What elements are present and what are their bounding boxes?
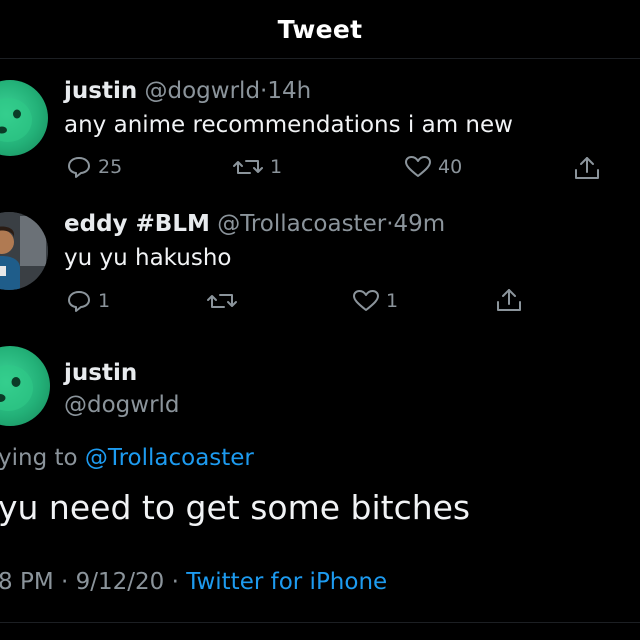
tweet1-time[interactable]: 14h xyxy=(267,78,311,104)
page-title: Tweet xyxy=(277,14,363,44)
tweet2-retweet-button[interactable] xyxy=(206,289,238,313)
tweet1-reply-button[interactable]: 25 xyxy=(66,155,122,179)
source-link[interactable]: Twitter for iPhone xyxy=(186,569,387,595)
divider xyxy=(0,622,640,623)
tweet2-header: eddy #BLM @Trollacoaster·49m xyxy=(64,211,445,237)
tweet2-like-button[interactable]: 1 xyxy=(352,289,398,313)
tweet2-handle[interactable]: @Trollacoaster xyxy=(217,211,386,237)
retweet-icon xyxy=(233,160,263,174)
tweet1-like-count: 40 xyxy=(438,156,463,178)
main-meta-sep1: · xyxy=(60,569,69,595)
tweet1-retweet-count: 1 xyxy=(270,156,283,178)
avatar-justin[interactable] xyxy=(0,80,48,156)
tweet2-text: yu yu hakusho xyxy=(64,245,232,271)
replying-prefix: ying to xyxy=(0,445,78,471)
share-icon xyxy=(497,289,521,311)
tweet2-reply-count: 1 xyxy=(98,290,111,312)
main-date[interactable]: 9/12/20 xyxy=(76,569,165,595)
retweet-icon xyxy=(207,294,237,308)
tweet1-text: any anime recommendations i am new xyxy=(64,112,513,138)
reply-icon xyxy=(68,291,90,312)
heart-icon xyxy=(405,156,431,177)
dog-avatar-icon xyxy=(0,98,32,142)
tweet1-retweet-button[interactable]: 1 xyxy=(232,155,282,179)
replying-to-line: ying to @Trollacoaster xyxy=(0,445,254,471)
heart-icon xyxy=(353,290,379,311)
tweet2-reply-button[interactable]: 1 xyxy=(66,289,110,313)
reply-icon xyxy=(68,157,90,178)
tweet1-name[interactable]: justin xyxy=(64,78,137,104)
tweet2-like-count: 1 xyxy=(386,290,399,312)
main-meta-line: 8 PM · 9/12/20 · Twitter for iPhone xyxy=(0,569,387,595)
tweet1-handle[interactable]: @dogwrld xyxy=(145,78,261,104)
avatar-eddy[interactable] xyxy=(0,212,48,290)
tweet-thread-page: Tweet justin @dogwrld·14h any anime reco… xyxy=(0,0,640,640)
replying-to-link[interactable]: @Trollacoaster xyxy=(85,445,254,471)
main-handle[interactable]: @dogwrld xyxy=(64,392,180,418)
main-time[interactable]: 8 PM xyxy=(0,569,54,595)
tweet1-like-button[interactable]: 40 xyxy=(404,155,462,179)
dog-avatar-icon xyxy=(0,365,33,411)
tweet2-time[interactable]: 49m xyxy=(394,211,446,237)
main-tweet-text: yu need to get some bitches xyxy=(0,488,471,527)
top-bar: Tweet xyxy=(0,0,640,59)
tweet1-header: justin @dogwrld·14h xyxy=(64,78,311,104)
tweet2-name[interactable]: eddy #BLM xyxy=(64,211,210,237)
tweet1-share-button[interactable] xyxy=(572,155,602,181)
person-avatar-icon xyxy=(0,212,48,290)
share-icon xyxy=(575,157,599,179)
main-name[interactable]: justin xyxy=(64,360,137,386)
tweet1-reply-count: 25 xyxy=(98,156,123,178)
tweet2-sep: · xyxy=(386,211,394,237)
main-meta-sep2: · xyxy=(171,569,179,595)
avatar-justin-main[interactable] xyxy=(0,346,50,426)
tweet2-share-button[interactable] xyxy=(494,287,524,313)
